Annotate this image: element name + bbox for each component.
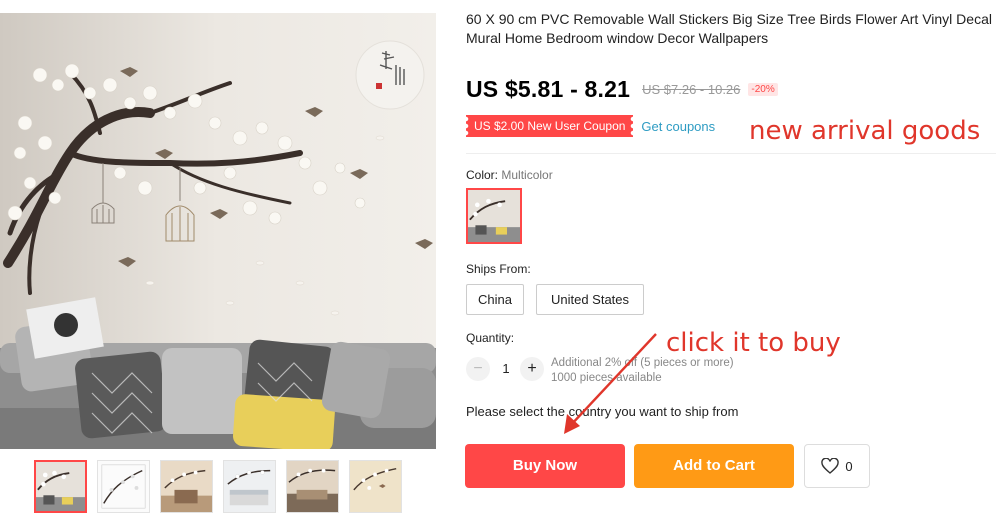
main-product-image[interactable] xyxy=(0,13,436,449)
color-label-text: Color: xyxy=(466,168,499,182)
get-coupons-link[interactable]: Get coupons xyxy=(641,119,715,134)
discount-badge: -20% xyxy=(748,82,778,96)
divider xyxy=(466,153,996,154)
new-user-coupon[interactable]: US $2.00 New User Coupon xyxy=(466,115,634,137)
quantity-increase-button[interactable]: + xyxy=(520,357,544,381)
thumbnail-2[interactable] xyxy=(97,460,150,513)
buy-now-button[interactable]: Buy Now xyxy=(465,444,625,488)
click-to-buy-annotation: click it to buy xyxy=(666,328,841,358)
thumbnail-5[interactable] xyxy=(286,460,339,513)
original-price: US $7.26 - 10.26 xyxy=(642,81,741,97)
quantity-value[interactable]: 1 xyxy=(496,361,516,376)
thumbnail-4[interactable] xyxy=(223,460,276,513)
color-option-multicolor[interactable] xyxy=(466,188,522,244)
product-title: 60 X 90 cm PVC Removable Wall Stickers B… xyxy=(466,11,992,46)
color-label: Color: Multicolor xyxy=(466,168,553,182)
quantity-label: Quantity: xyxy=(466,331,515,345)
arrow-annotation-icon xyxy=(564,333,657,434)
price-row: US $5.81 - 8.21 US $7.26 - 10.26 -20% xyxy=(466,73,778,105)
thumbnail-6[interactable] xyxy=(349,460,402,513)
wishlist-count: 0 xyxy=(845,458,853,474)
thumbnail-1[interactable] xyxy=(34,460,87,513)
current-price: US $5.81 - 8.21 xyxy=(466,75,631,102)
ship-from-china-button[interactable]: China xyxy=(466,284,524,315)
ships-from-label: Ships From: xyxy=(466,262,531,276)
ship-from-us-button[interactable]: United States xyxy=(536,284,644,315)
thumbnail-3[interactable] xyxy=(160,460,213,513)
new-arrival-annotation: new arrival goods xyxy=(749,116,981,146)
wishlist-button[interactable]: 0 xyxy=(804,444,870,488)
add-to-cart-button[interactable]: Add to Cart xyxy=(634,444,794,488)
coupon-row: US $2.00 New User Coupon Get coupons xyxy=(466,114,715,138)
quantity-decrease-button[interactable]: − xyxy=(466,357,490,381)
heart-icon xyxy=(821,458,840,474)
color-value: Multicolor xyxy=(501,168,553,182)
